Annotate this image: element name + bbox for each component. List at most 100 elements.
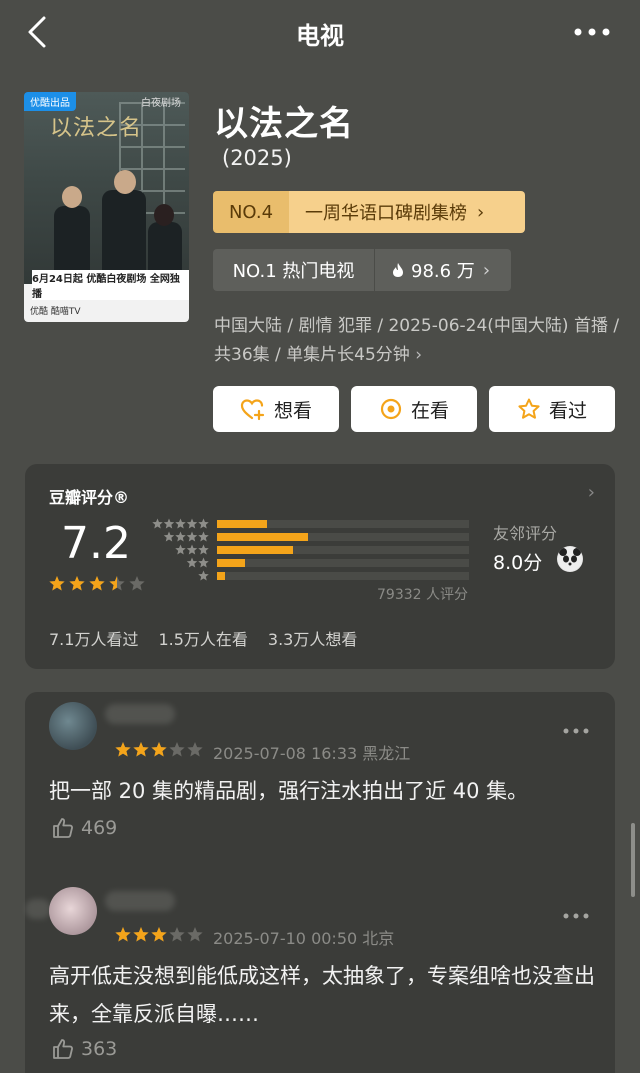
user-avatar[interactable] <box>49 887 97 935</box>
star-icon <box>186 531 198 542</box>
poster-title: 以法之名 <box>50 116 143 141</box>
comment-meta: 2025-07-08 16:33 黑龙江 <box>213 744 411 763</box>
want-to-watch-button[interactable]: 想看 <box>213 386 339 432</box>
distribution-row <box>151 557 471 570</box>
scrollbar[interactable] <box>631 823 635 897</box>
star-icon <box>89 576 105 591</box>
star-icon <box>198 531 209 542</box>
star-icon <box>151 927 167 942</box>
distribution-stars <box>163 531 209 542</box>
show-meta-info[interactable]: 中国大陆 / 剧情 犯罪 / 2025-06-24(中国大陆) 首播 / 共36… <box>214 312 620 370</box>
star-icon <box>175 518 186 529</box>
distribution-track <box>217 559 469 567</box>
douban-rating-card: 豆瓣评分® › 7.2 79332 人评分 友邻评分 8.0分 7.1万人看过 … <box>25 464 615 669</box>
weekly-rank-badge[interactable]: NO.4 一周华语口碑剧集榜 › <box>213 191 525 233</box>
poster-platform-line: 优酷 酷喵TV <box>30 307 81 317</box>
hot-tv-badge[interactable]: NO.1 热门电视 98.6 万 › <box>213 249 511 291</box>
top-nav-bar: 电视 <box>0 0 640 64</box>
star-icon <box>175 544 186 555</box>
star-icon <box>198 544 209 555</box>
like-button[interactable]: 469 <box>51 816 117 840</box>
comment-meta: 2025-07-10 00:50 北京 <box>213 929 395 948</box>
hot-tv-rank: NO.1 热门电视 <box>213 249 375 291</box>
distribution-bar <box>217 520 268 528</box>
star-icon <box>186 557 198 568</box>
chevron-right-icon: › <box>482 259 491 281</box>
distribution-track <box>217 520 469 528</box>
star-icon <box>187 927 203 942</box>
like-button[interactable]: 363 <box>51 1037 117 1061</box>
ellipsis-icon[interactable] <box>563 726 589 736</box>
poster-figure-head <box>62 186 82 208</box>
watched-button[interactable]: 看过 <box>489 386 615 432</box>
chevron-right-icon: › <box>415 345 423 365</box>
username-blurred <box>25 899 51 919</box>
show-poster[interactable]: 优酷出品 白夜剧场 以法之名 6月24日起 优酷白夜剧场 全网独播 优酷 酷喵T… <box>24 92 189 322</box>
distribution-stars <box>175 544 209 555</box>
poster-release-line: 6月24日起 优酷白夜剧场 全网独播 <box>32 270 189 300</box>
distribution-row <box>151 518 471 531</box>
ellipsis-icon[interactable] <box>563 911 589 921</box>
distribution-bar <box>217 546 293 554</box>
thumbs-up-icon <box>53 1039 73 1059</box>
star-icon <box>152 518 163 529</box>
watching-count[interactable]: 1.5万人在看 <box>158 626 247 650</box>
poster-figure <box>102 190 146 276</box>
vote-count: 79332 人评分 <box>377 587 468 603</box>
friend-rating-score: 8.0分 <box>493 552 543 574</box>
distribution-row <box>151 531 471 544</box>
watched-label: 看过 <box>548 399 587 422</box>
flame-icon <box>393 263 403 277</box>
star-icon <box>186 544 198 555</box>
star-icon <box>151 742 167 757</box>
rating-stars <box>49 576 145 591</box>
star-outline-icon <box>518 398 540 419</box>
poster-figure <box>148 222 182 276</box>
star-icon <box>115 742 131 757</box>
distribution-track <box>217 533 469 541</box>
distribution-row <box>151 544 471 557</box>
star-icon <box>198 570 209 581</box>
heart-plus-icon <box>240 399 265 421</box>
heat-number: 98.6 万 <box>411 261 475 282</box>
user-avatar[interactable] <box>49 702 97 750</box>
poster-figure <box>54 206 90 276</box>
target-icon <box>380 398 402 420</box>
star-icon <box>115 927 131 942</box>
like-count: 469 <box>81 817 118 839</box>
ellipsis-icon[interactable] <box>572 18 612 46</box>
rank-list-name: 一周华语口碑剧集榜 › <box>289 191 525 233</box>
watch-stats: 7.1万人看过 1.5万人在看 3.3万人想看 <box>49 626 357 650</box>
watched-count[interactable]: 7.1万人看过 <box>49 626 138 650</box>
star-icon <box>133 742 149 757</box>
star-icon <box>169 742 185 757</box>
distribution-stars <box>198 570 209 581</box>
watching-button[interactable]: 在看 <box>351 386 477 432</box>
want-count[interactable]: 3.3万人想看 <box>268 626 357 650</box>
star-icon <box>49 576 65 591</box>
rating-distribution <box>151 518 471 583</box>
distribution-row <box>151 570 471 583</box>
rank-list-label: 一周华语口碑剧集榜 <box>305 203 467 224</box>
show-title: 以法之名 <box>214 104 354 144</box>
chevron-right-icon[interactable]: › <box>588 482 595 503</box>
star-icon <box>129 576 145 591</box>
page-title: 电视 <box>296 22 344 50</box>
username-blurred <box>105 891 175 911</box>
username-blurred <box>105 704 175 724</box>
comments-section: 2025-07-08 16:33 黑龙江 把一部 20 集的精品剧，强行注水拍出… <box>25 692 615 1073</box>
distribution-stars <box>186 557 209 568</box>
comment-text: 高开低走没想到能低成这样，太抽象了，专案组啥也没查出来，全靠反派自曝…… <box>49 964 595 1026</box>
star-icon <box>198 518 209 529</box>
star-icon <box>175 531 186 542</box>
distribution-track <box>217 572 469 580</box>
star-icon <box>169 927 185 942</box>
distribution-stars <box>152 518 209 529</box>
star-icon <box>198 557 209 568</box>
like-count: 363 <box>81 1038 118 1060</box>
star-icon <box>187 742 203 757</box>
distribution-bar <box>217 559 245 567</box>
watching-label: 在看 <box>410 399 449 422</box>
poster-figure-head <box>154 204 174 226</box>
show-year: (2025) <box>222 146 292 170</box>
